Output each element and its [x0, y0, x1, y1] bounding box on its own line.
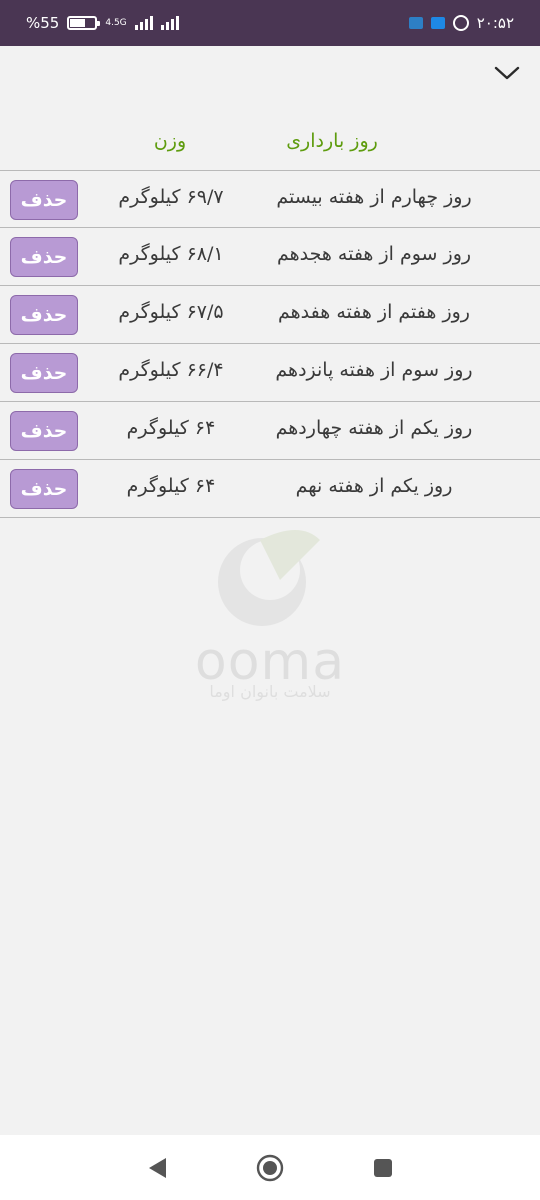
row-day: روز سوم از هفته هجدهم: [276, 243, 472, 265]
nav-home-button[interactable]: [250, 1148, 290, 1188]
notification-app-icon: [408, 17, 423, 29]
upload-icon: [430, 17, 445, 29]
table-row: روز سوم از هفته پانزدهم ۶۶/۴ کیلوگرم حذف: [0, 344, 540, 402]
ooma-logo-icon: [218, 530, 320, 626]
row-weight: ۶۴ کیلوگرم: [126, 475, 216, 497]
table-row: روز یکم از هفته چهاردهم ۶۴ کیلوگرم حذف: [0, 402, 540, 460]
delete-button[interactable]: حذف: [10, 469, 78, 509]
back-triangle-icon: [148, 1157, 166, 1178]
table-row: روز هفتم از هفته هفدهم ۶۷/۵ کیلوگرم حذف: [0, 286, 540, 344]
network-type: 4.5G: [105, 17, 127, 28]
ooma-watermark: ooma سلامت بانوان اوما: [190, 520, 350, 710]
row-day: روز هفتم از هفته هفدهم: [278, 301, 470, 323]
row-weight: ۶۶/۴ کیلوگرم: [118, 359, 224, 381]
nav-recents-button[interactable]: [363, 1148, 403, 1188]
delete-button[interactable]: حذف: [10, 353, 78, 393]
column-header-pregnancy-day: روز بارداری: [286, 130, 378, 152]
row-day: روز چهارم از هفته بیستم: [276, 186, 472, 208]
weight-records-list: روز چهارم از هفته بیستم ۶۹/۷ کیلوگرم حذف…: [0, 170, 540, 518]
status-time: ۲۰:۵۲: [476, 14, 514, 32]
nav-back-button[interactable]: [137, 1148, 177, 1188]
status-bar: %55 4.5G ۲۰:۵۲: [0, 0, 540, 46]
app-bar: [0, 46, 540, 100]
row-day: روز سوم از هفته پانزدهم: [275, 359, 473, 381]
collapse-button[interactable]: [492, 58, 522, 88]
home-circle-icon: [256, 1154, 284, 1181]
row-day: روز یکم از هفته چهاردهم: [275, 417, 473, 439]
column-header-weight: وزن: [153, 130, 187, 152]
battery-icon: [67, 16, 101, 30]
status-left: %55 4.5G: [26, 14, 179, 32]
delete-button[interactable]: حذف: [10, 411, 78, 451]
table-row: روز چهارم از هفته بیستم ۶۹/۷ کیلوگرم حذف: [0, 170, 540, 228]
signal-icon: [134, 16, 153, 30]
delete-button[interactable]: حذف: [10, 295, 78, 335]
battery-percent: %55: [26, 14, 60, 32]
row-weight: ۶۸/۱ کیلوگرم: [118, 243, 224, 265]
recents-square-icon: [374, 1158, 393, 1177]
signal-icon-2: [160, 16, 179, 30]
row-day: روز یکم از هفته نهم: [295, 475, 453, 497]
watermark-tagline: سلامت بانوان اوما: [209, 682, 331, 701]
table-row: روز یکم از هفته نهم ۶۴ کیلوگرم حذف: [0, 460, 540, 518]
system-nav-bar: [0, 1135, 540, 1200]
alarm-icon: [452, 15, 469, 31]
delete-button[interactable]: حذف: [10, 237, 78, 277]
row-weight: ۶۷/۵ کیلوگرم: [118, 301, 224, 323]
table-header: روز بارداری وزن: [0, 120, 540, 168]
row-weight: ۶۹/۷ کیلوگرم: [118, 186, 224, 208]
row-weight: ۶۴ کیلوگرم: [126, 417, 216, 439]
status-right: ۲۰:۵۲: [408, 14, 514, 32]
chevron-down-icon: [494, 66, 520, 80]
delete-button[interactable]: حذف: [10, 180, 78, 220]
table-row: روز سوم از هفته هجدهم ۶۸/۱ کیلوگرم حذف: [0, 228, 540, 286]
